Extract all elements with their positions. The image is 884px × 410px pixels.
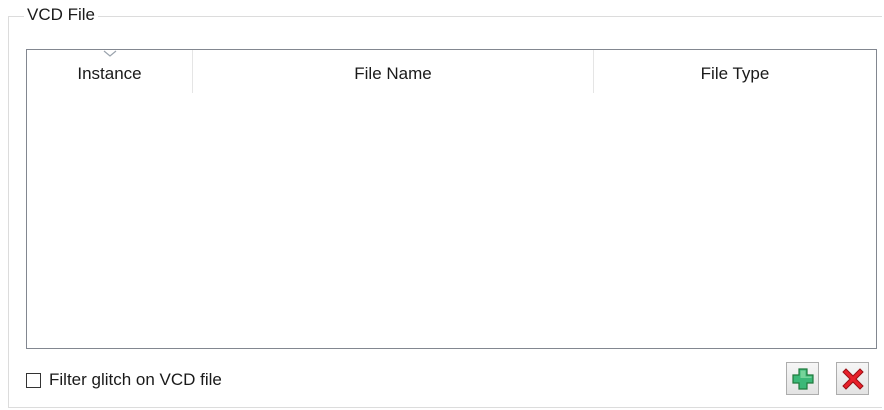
sort-arrow-icon <box>103 50 116 57</box>
vcd-file-list[interactable]: Instance File Name File Type <box>26 49 877 349</box>
column-label: File Name <box>354 63 432 83</box>
plus-icon <box>791 367 814 390</box>
column-label: Instance <box>77 63 142 83</box>
column-header-instance[interactable]: Instance <box>27 50 193 93</box>
filter-glitch-checkbox[interactable] <box>26 372 41 388</box>
close-icon <box>841 367 864 390</box>
column-label: File Type <box>700 63 770 83</box>
list-header: Instance File Name File Type <box>27 50 876 93</box>
remove-vcd-file-button[interactable] <box>836 362 869 395</box>
column-header-file-type[interactable]: File Type <box>594 50 876 93</box>
filter-glitch-option[interactable]: Filter glitch on VCD file <box>26 369 222 391</box>
filter-glitch-label: Filter glitch on VCD file <box>49 370 222 389</box>
add-vcd-file-button[interactable] <box>786 362 819 395</box>
list-body[interactable] <box>27 93 876 348</box>
group-title: VCD File <box>24 4 99 26</box>
column-header-file-name[interactable]: File Name <box>193 50 594 93</box>
